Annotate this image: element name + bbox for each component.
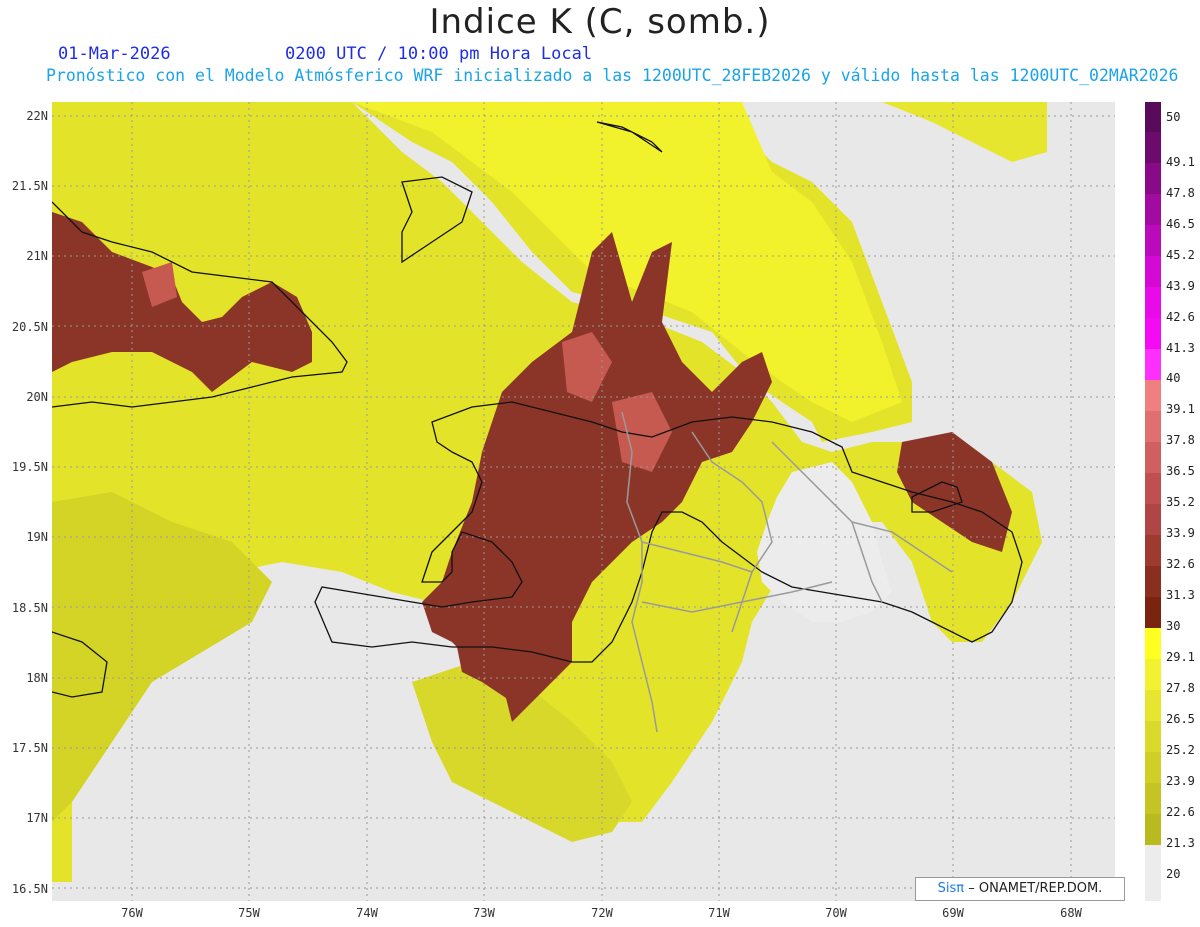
colorbar-segment <box>1145 566 1161 597</box>
map-title: Indice K (C, somb.) <box>429 2 771 42</box>
colorbar-label: 36.5 <box>1166 464 1195 478</box>
colorbar-label: 35.2 <box>1166 495 1195 509</box>
colorbar-label: 49.1 <box>1166 155 1195 169</box>
credit-box: Sisπ – ONAMET/REP.DOM. <box>915 877 1125 901</box>
colorbar-label: 26.5 <box>1166 712 1195 726</box>
colorbar-label: 21.3 <box>1166 836 1195 850</box>
credit-text: – ONAMET/REP.DOM. <box>968 881 1103 896</box>
colorbar-label: 20 <box>1166 867 1181 881</box>
colorbar-label: 46.5 <box>1166 217 1195 231</box>
colorbar-segment <box>1145 318 1161 349</box>
lon-label-71w: 71W <box>708 906 730 920</box>
colorbar-label: 23.9 <box>1166 774 1195 788</box>
colorbar-label: 50 <box>1166 110 1181 124</box>
lat-label-16-5n: 16.5N <box>11 882 48 896</box>
colorbar-label: 37.8 <box>1166 433 1195 447</box>
lat-label-19-5n: 19.5N <box>11 460 48 474</box>
colorbar-label: 47.8 <box>1166 186 1195 200</box>
colorbar-segment <box>1145 814 1161 845</box>
colorbar-label: 22.6 <box>1166 805 1195 819</box>
colorbar-segment <box>1145 380 1161 411</box>
colorbar-segment <box>1145 256 1161 287</box>
colorbar-label: 25.2 <box>1166 743 1195 757</box>
forecast-date: 01-Mar-2026 <box>58 44 171 64</box>
colorbar-label: 42.6 <box>1166 310 1195 324</box>
colorbar-label: 29.1 <box>1166 650 1195 664</box>
colorbar-segment <box>1145 349 1161 380</box>
colorbar-segment <box>1145 504 1161 535</box>
lat-label-21n: 21N <box>26 249 48 263</box>
lat-label-19n: 19N <box>26 530 48 544</box>
colorbar-segment <box>1145 163 1161 194</box>
colorbar-label: 27.8 <box>1166 681 1195 695</box>
colorbar-segment <box>1145 287 1161 318</box>
colorbar-label: 33.9 <box>1166 526 1195 540</box>
colorbar-segment <box>1145 690 1161 721</box>
colorbar-label: 31.3 <box>1166 588 1195 602</box>
colorbar-segment <box>1145 442 1161 473</box>
map-panel <box>52 102 1115 901</box>
colorbar-label: 30 <box>1166 619 1181 633</box>
colorbar-segment <box>1145 411 1161 442</box>
colorbar-segment <box>1145 194 1161 225</box>
lon-label-73w: 73W <box>473 906 495 920</box>
lon-label-74w: 74W <box>356 906 378 920</box>
colorbar-segment <box>1145 225 1161 256</box>
colorbar-segment <box>1145 721 1161 752</box>
lat-label-17n: 17N <box>26 811 48 825</box>
colorbar-label: 41.3 <box>1166 341 1195 355</box>
colorbar-segment <box>1145 535 1161 566</box>
colorbar-segment <box>1145 473 1161 504</box>
lon-label-69w: 69W <box>942 906 964 920</box>
colorbar-label: 45.2 <box>1166 248 1195 262</box>
colorbar-segment <box>1145 659 1161 690</box>
lat-label-18n: 18N <box>26 671 48 685</box>
colorbar-label: 39.1 <box>1166 402 1195 416</box>
colorbar-segment <box>1145 102 1161 132</box>
colorbar-label: 32.6 <box>1166 557 1195 571</box>
colorbar-segment <box>1145 783 1161 814</box>
lat-label-20n: 20N <box>26 390 48 404</box>
lat-label-17-5n: 17.5N <box>11 741 48 755</box>
k-index-field <box>52 102 1115 901</box>
lon-label-76w: 76W <box>121 906 143 920</box>
lon-label-75w: 75W <box>238 906 260 920</box>
colorbar-segment <box>1145 752 1161 783</box>
sispi-logo: Sisπ <box>937 881 965 896</box>
yellow-field-ne <box>882 102 1047 162</box>
colorbar-label: 43.9 <box>1166 279 1195 293</box>
colorbar-segment <box>1145 132 1161 163</box>
lat-label-22n: 22N <box>26 109 48 123</box>
lat-label-20-5n: 20.5N <box>11 320 48 334</box>
lon-label-72w: 72W <box>591 906 613 920</box>
lon-label-70w: 70W <box>825 906 847 920</box>
colorbar-segment <box>1145 845 1161 901</box>
lat-label-21-5n: 21.5N <box>11 179 48 193</box>
lon-label-68w: 68W <box>1060 906 1082 920</box>
colorbar-segment <box>1145 628 1161 659</box>
colorbar-label: 40 <box>1166 371 1181 385</box>
forecast-description: Pronóstico con el Modelo Atmósferico WRF… <box>46 66 1179 85</box>
lat-label-18-5n: 18.5N <box>11 601 48 615</box>
colorbar-segment <box>1145 597 1161 628</box>
forecast-time: 0200 UTC / 10:00 pm Hora Local <box>285 44 593 64</box>
